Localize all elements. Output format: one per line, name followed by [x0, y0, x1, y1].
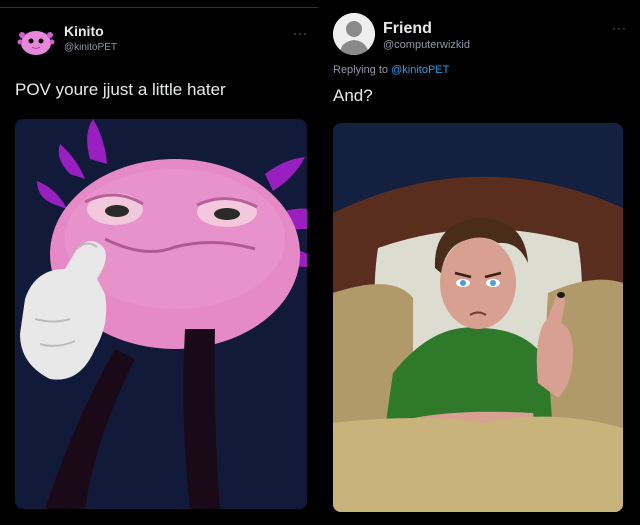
- author-handle[interactable]: @computerwizkid: [383, 39, 470, 51]
- tweet-media-image[interactable]: [15, 119, 307, 509]
- axolotl-illustration-icon: [15, 119, 307, 509]
- tweet-text: POV youre jjust a little hater: [15, 80, 226, 99]
- author-name[interactable]: Friend: [383, 20, 432, 38]
- tweet-right: Friend @computerwizkid ··· Replying to @…: [320, 0, 640, 525]
- replying-prefix: Replying to: [333, 64, 389, 76]
- replying-to: Replying to @kinitoPET: [333, 64, 449, 76]
- tweet-text: And?: [333, 86, 373, 105]
- man-in-bed-illustration-icon: [333, 123, 623, 512]
- mention-link[interactable]: @kinitoPET: [391, 64, 449, 76]
- more-options-button[interactable]: ···: [612, 21, 627, 35]
- pink-axolotl-avatar-icon: [17, 31, 55, 55]
- author-handle[interactable]: @kinitoPET: [64, 42, 117, 53]
- more-options-button[interactable]: ···: [293, 26, 308, 40]
- default-profile-avatar-icon: [333, 13, 375, 55]
- author-name[interactable]: Kinito: [64, 23, 104, 39]
- kinito-avatar[interactable]: [15, 20, 57, 62]
- friend-avatar[interactable]: [333, 13, 375, 55]
- divider: [0, 7, 318, 8]
- tweet-media-image[interactable]: [333, 123, 623, 512]
- tweet-left: Kinito @kinitoPET ··· POV youre jjust a …: [0, 0, 318, 525]
